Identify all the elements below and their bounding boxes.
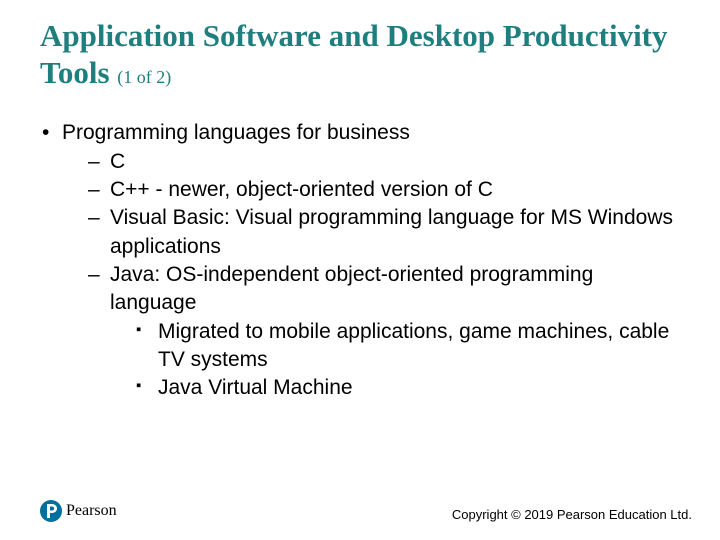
footer: Pearson Copyright © 2019 Pearson Educati… [0, 500, 720, 522]
dash-text: Java: OS-independent object-oriented pro… [110, 263, 593, 314]
square-text: Java Virtual Machine [158, 376, 353, 399]
dash-text: C [110, 150, 125, 173]
brand-logo: Pearson [40, 500, 117, 522]
bullet-list: Programming languages for business C C++… [40, 119, 680, 402]
body-block: Programming languages for business C C++… [0, 91, 720, 402]
copyright-text: Copyright © 2019 Pearson Education Ltd. [452, 507, 692, 522]
list-item: C++ - newer, object-oriented version of … [88, 176, 680, 204]
square-text: Migrated to mobile applications, game ma… [158, 320, 669, 371]
dash-text: Visual Basic: Visual programming languag… [110, 206, 673, 257]
slide: Application Software and Desktop Product… [0, 0, 720, 540]
list-item: Migrated to mobile applications, game ma… [136, 318, 680, 375]
bullet-heading: Programming languages for business [62, 121, 410, 144]
dash-list: C C++ - newer, object-oriented version o… [62, 148, 680, 403]
list-item: Programming languages for business C C++… [40, 119, 680, 402]
slide-title: Application Software and Desktop Product… [40, 18, 680, 91]
brand-name: Pearson [66, 502, 117, 520]
list-item: Visual Basic: Visual programming languag… [88, 204, 680, 261]
list-item: Java Virtual Machine [136, 374, 680, 402]
list-item: C [88, 148, 680, 176]
square-list: Migrated to mobile applications, game ma… [110, 318, 680, 403]
dash-text: C++ - newer, object-oriented version of … [110, 178, 493, 201]
title-counter: (1 of 2) [117, 67, 171, 87]
title-block: Application Software and Desktop Product… [0, 0, 720, 91]
pearson-logo-icon [40, 500, 62, 522]
list-item: Java: OS-independent object-oriented pro… [88, 261, 680, 403]
